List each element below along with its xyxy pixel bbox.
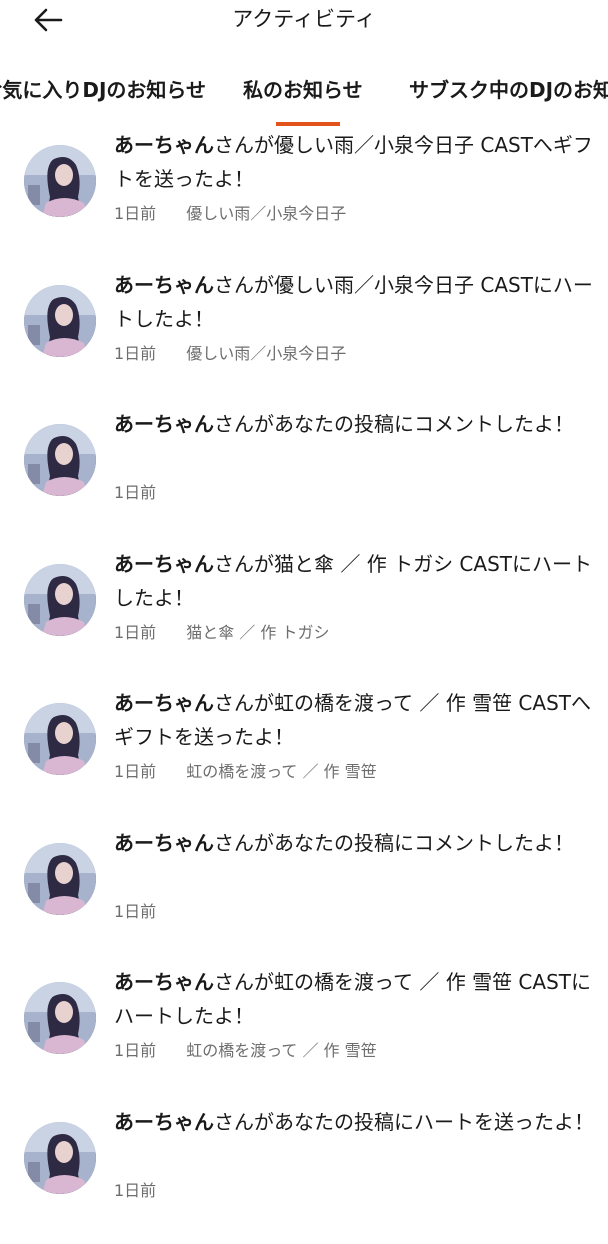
timestamp: 1日前 bbox=[114, 1181, 156, 1200]
notification-meta: 1日前 bbox=[114, 1177, 186, 1205]
active-tab-indicator bbox=[276, 122, 340, 126]
user-name[interactable]: あーちゃん bbox=[114, 133, 214, 157]
avatar[interactable] bbox=[24, 703, 96, 775]
notification-item[interactable]: あーちゃんさんが猫と傘 ／ 作 トガシ CASTにハートしたよ！ 1日前 猫と傘 … bbox=[0, 547, 608, 687]
avatar[interactable] bbox=[24, 564, 96, 636]
work-title-link[interactable]: 猫と傘 ／ 作 トガシ bbox=[186, 623, 329, 642]
user-name[interactable]: あーちゃん bbox=[114, 831, 214, 855]
app-header: アクティビティ bbox=[0, 0, 608, 50]
notification-meta: 1日前 bbox=[114, 898, 186, 926]
timestamp: 1日前 bbox=[114, 1041, 156, 1060]
avatar[interactable] bbox=[24, 1122, 96, 1194]
timestamp: 1日前 bbox=[114, 204, 156, 223]
notification-item[interactable]: あーちゃんさんが優しい雨／小泉今日子 CASTへギフトを送ったよ！ 1日前 優しい… bbox=[0, 128, 608, 268]
notification-message: あーちゃんさんが優しい雨／小泉今日子 CASTにハートしたよ！ bbox=[114, 268, 594, 336]
avatar[interactable] bbox=[24, 424, 96, 496]
notification-meta: 1日前 虹の橋を渡って ／ 作 雪笹 bbox=[114, 1037, 377, 1065]
avatar[interactable] bbox=[24, 982, 96, 1054]
timestamp: 1日前 bbox=[114, 902, 156, 921]
tab-subscribed-dj-news[interactable]: サブスク中のDJのお知らせ bbox=[409, 76, 608, 104]
notification-meta: 1日前 bbox=[114, 479, 186, 507]
user-name[interactable]: あーちゃん bbox=[114, 970, 214, 994]
timestamp: 1日前 bbox=[114, 344, 156, 363]
notification-item[interactable]: あーちゃんさんが虹の橋を渡って ／ 作 雪笹 CASTへギフトを送ったよ！ 1日… bbox=[0, 686, 608, 826]
tab-bar: お気に入りDJのお知らせ 私のお知らせ サブスク中のDJのお知らせ bbox=[0, 64, 608, 128]
notification-item[interactable]: あーちゃんさんがあなたの投稿にコメントしたよ！ 1日前 bbox=[0, 826, 608, 966]
avatar[interactable] bbox=[24, 145, 96, 217]
page-title: アクティビティ bbox=[0, 5, 608, 33]
notification-message: あーちゃんさんが虹の橋を渡って ／ 作 雪笹 CASTにハートしたよ！ bbox=[114, 965, 594, 1033]
timestamp: 1日前 bbox=[114, 762, 156, 781]
user-name[interactable]: あーちゃん bbox=[114, 552, 214, 576]
notification-message: あーちゃんさんがあなたの投稿にハートを送ったよ！ bbox=[114, 1105, 594, 1139]
tab-favorite-dj-news[interactable]: お気に入りDJのお知らせ bbox=[0, 76, 206, 104]
avatar[interactable] bbox=[24, 285, 96, 357]
notification-meta: 1日前 虹の橋を渡って ／ 作 雪笹 bbox=[114, 758, 377, 786]
user-name[interactable]: あーちゃん bbox=[114, 1110, 214, 1134]
notification-item[interactable]: あーちゃんさんが虹の橋を渡って ／ 作 雪笹 CASTにハートしたよ！ 1日前 虹… bbox=[0, 965, 608, 1105]
notification-item[interactable]: あーちゃんさんがあなたの投稿にコメントしたよ！ 1日前 bbox=[0, 407, 608, 547]
timestamp: 1日前 bbox=[114, 623, 156, 642]
notification-item[interactable]: あーちゃんさんが優しい雨／小泉今日子 CASTにハートしたよ！ 1日前 優しい雨／… bbox=[0, 268, 608, 408]
notification-meta: 1日前 猫と傘 ／ 作 トガシ bbox=[114, 619, 329, 647]
work-title-link[interactable]: 虹の橋を渡って ／ 作 雪笹 bbox=[186, 762, 376, 781]
user-name[interactable]: あーちゃん bbox=[114, 273, 214, 297]
user-name[interactable]: あーちゃん bbox=[114, 412, 214, 436]
work-title-link[interactable]: 優しい雨／小泉今日子 bbox=[186, 204, 346, 223]
timestamp: 1日前 bbox=[114, 483, 156, 502]
avatar[interactable] bbox=[24, 843, 96, 915]
notification-meta: 1日前 優しい雨／小泉今日子 bbox=[114, 200, 346, 228]
notification-message: あーちゃんさんがあなたの投稿にコメントしたよ！ bbox=[114, 826, 594, 860]
notification-meta: 1日前 優しい雨／小泉今日子 bbox=[114, 340, 346, 368]
work-title-link[interactable]: 虹の橋を渡って ／ 作 雪笹 bbox=[186, 1041, 376, 1060]
notification-list: あーちゃんさんが優しい雨／小泉今日子 CASTへギフトを送ったよ！ 1日前優しい… bbox=[0, 128, 608, 1244]
notification-message: あーちゃんさんがあなたの投稿にコメントしたよ！ bbox=[114, 407, 594, 441]
tab-my-news[interactable]: 私のお知らせ bbox=[243, 76, 363, 104]
user-name[interactable]: あーちゃん bbox=[114, 691, 214, 715]
notification-message: あーちゃんさんが虹の橋を渡って ／ 作 雪笹 CASTへギフトを送ったよ！ bbox=[114, 686, 594, 754]
notification-message: あーちゃんさんが優しい雨／小泉今日子 CASTへギフトを送ったよ！ bbox=[114, 128, 594, 196]
notification-message: あーちゃんさんが猫と傘 ／ 作 トガシ CASTにハートしたよ！ bbox=[114, 547, 594, 615]
work-title-link[interactable]: 優しい雨／小泉今日子 bbox=[186, 344, 346, 363]
notification-item[interactable]: あーちゃんさんがあなたの投稿にハートを送ったよ！ 1日前 bbox=[0, 1105, 608, 1244]
